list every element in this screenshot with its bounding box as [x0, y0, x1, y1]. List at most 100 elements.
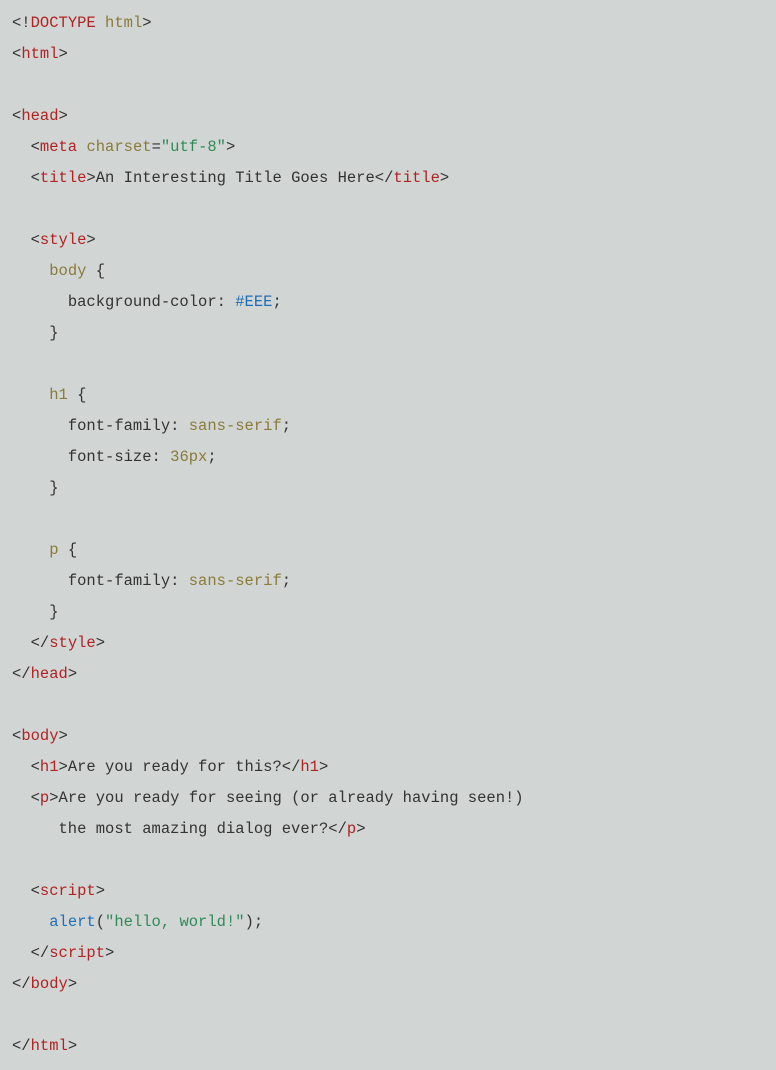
code-token: > [59, 107, 68, 125]
code-token: > [440, 169, 449, 187]
code-token [12, 913, 49, 931]
code-token: An Interesting Title Goes Here [96, 169, 375, 187]
code-token: html [21, 45, 58, 63]
code-line: background-color: #EEE; [12, 287, 764, 318]
code-token: font-family [68, 417, 170, 435]
code-line [12, 194, 764, 225]
code-token: style [49, 634, 96, 652]
code-token: title [393, 169, 440, 187]
code-line: <head> [12, 101, 764, 132]
code-line [12, 690, 764, 721]
code-token: charset [86, 138, 151, 156]
code-token [96, 14, 105, 32]
code-token: { [86, 262, 105, 280]
code-token: </ [12, 944, 49, 962]
code-token: > [226, 138, 235, 156]
code-token: ; [272, 293, 281, 311]
code-token: > [59, 758, 68, 776]
code-token: > [142, 14, 151, 32]
code-token: "utf-8" [161, 138, 226, 156]
code-line: </body> [12, 969, 764, 1000]
code-line [12, 349, 764, 380]
code-line [12, 70, 764, 101]
code-token: </ [328, 820, 347, 838]
code-line: } [12, 318, 764, 349]
code-token: font-family [68, 572, 170, 590]
code-token: > [319, 758, 328, 776]
code-token: { [68, 386, 87, 404]
code-line: font-family: sans-serif; [12, 566, 764, 597]
code-token: script [49, 944, 105, 962]
code-token: font-size [68, 448, 152, 466]
code-token: } [12, 603, 59, 621]
code-token: p [40, 789, 49, 807]
code-line: <meta charset="utf-8"> [12, 132, 764, 163]
code-token: </ [12, 665, 31, 683]
code-token: <! [12, 14, 31, 32]
code-token: > [96, 634, 105, 652]
code-token: </ [282, 758, 301, 776]
code-line: alert("hello, world!"); [12, 907, 764, 938]
code-line: } [12, 473, 764, 504]
code-token: > [68, 665, 77, 683]
code-line: <style> [12, 225, 764, 256]
code-line: <title>An Interesting Title Goes Here</t… [12, 163, 764, 194]
code-token: < [12, 758, 40, 776]
code-token: < [12, 789, 40, 807]
code-line: <!DOCTYPE html> [12, 8, 764, 39]
code-token: > [86, 231, 95, 249]
code-token: ; [207, 448, 216, 466]
code-line: font-family: sans-serif; [12, 411, 764, 442]
code-token: script [40, 882, 96, 900]
code-line: <html> [12, 39, 764, 70]
code-token [12, 293, 68, 311]
code-token: html [105, 14, 142, 32]
code-token: < [12, 107, 21, 125]
code-token: head [21, 107, 58, 125]
code-token: < [12, 45, 21, 63]
code-token: } [12, 479, 59, 497]
code-token: meta [40, 138, 77, 156]
code-token: style [40, 231, 87, 249]
code-block: <!DOCTYPE html><html> <head> <meta chars… [0, 0, 776, 1070]
code-token: < [12, 727, 21, 745]
code-line [12, 845, 764, 876]
code-line: font-size: 36px; [12, 442, 764, 473]
code-token: p [49, 541, 58, 559]
code-line [12, 504, 764, 535]
code-line: } [12, 597, 764, 628]
code-line: h1 { [12, 380, 764, 411]
code-token: : [152, 448, 171, 466]
code-line: </style> [12, 628, 764, 659]
code-line: </html> [12, 1031, 764, 1062]
code-token: p [347, 820, 356, 838]
code-token: > [59, 727, 68, 745]
code-token: body [49, 262, 86, 280]
code-token: > [68, 975, 77, 993]
code-token: { [59, 541, 78, 559]
code-token [12, 386, 49, 404]
code-token: ( [96, 913, 105, 931]
code-token: > [356, 820, 365, 838]
code-token: </ [12, 634, 49, 652]
code-token: : [170, 572, 189, 590]
code-token: > [68, 1037, 77, 1055]
code-token: < [12, 231, 40, 249]
code-token: h1 [49, 386, 68, 404]
code-line: <p>Are you ready for seeing (or already … [12, 783, 764, 814]
code-line: p { [12, 535, 764, 566]
code-token: < [12, 882, 40, 900]
code-token: body [21, 727, 58, 745]
code-token: } [12, 324, 59, 342]
code-line: </script> [12, 938, 764, 969]
code-token: < [12, 169, 40, 187]
code-token: sans-serif [189, 572, 282, 590]
code-token: Are you ready for seeing (or already hav… [59, 789, 524, 807]
code-token [12, 417, 68, 435]
code-line: <body> [12, 721, 764, 752]
code-token: background-color [68, 293, 217, 311]
code-token: 36px [170, 448, 207, 466]
code-line: <script> [12, 876, 764, 907]
code-token [12, 448, 68, 466]
code-token: Are you ready for this? [68, 758, 282, 776]
